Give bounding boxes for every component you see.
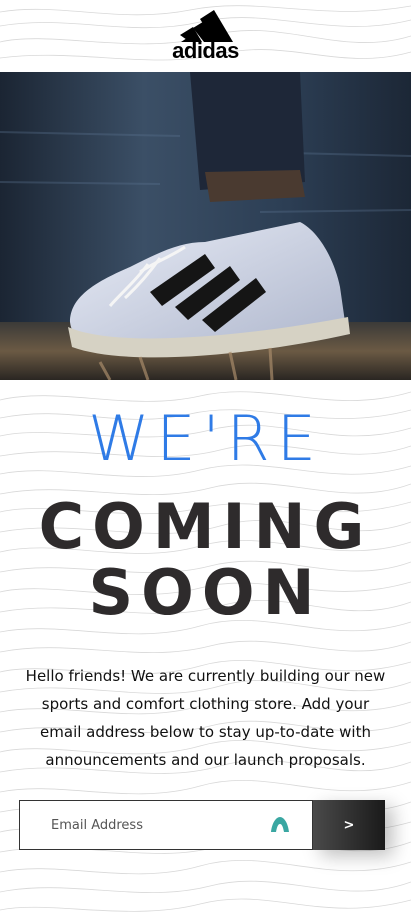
headline-soon: SOON (88, 556, 323, 629)
headline-were: WE'RE (88, 402, 323, 475)
email-input[interactable] (20, 801, 251, 849)
adidas-logo-icon (180, 10, 234, 42)
header: adidas (0, 0, 411, 72)
headline: WE'RE COMING SOON (0, 406, 411, 626)
landing-page: adidas WE'RE COMING SOON Hello friends! … (0, 0, 411, 912)
sneaker-photo (0, 72, 411, 380)
brand-wordmark: adidas (172, 38, 239, 63)
headline-coming: COMING (38, 490, 373, 563)
hero-image (0, 72, 411, 380)
description-text: Hello friends! We are currently building… (25, 667, 386, 769)
brand-logo[interactable]: adidas (172, 8, 239, 62)
submit-button[interactable]: > (313, 800, 385, 850)
email-field-container (19, 800, 313, 850)
newsletter-form: > (19, 800, 385, 850)
teal-arch-icon[interactable] (270, 815, 290, 833)
